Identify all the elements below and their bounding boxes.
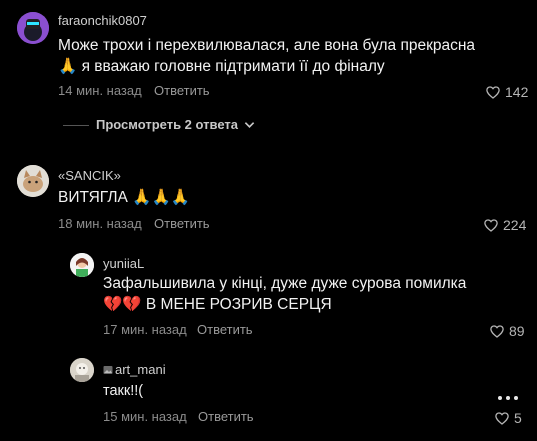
heart-outline-icon	[484, 218, 498, 232]
like-button[interactable]: 5	[495, 410, 522, 426]
reply-timestamp: 17 мин. назад	[103, 322, 187, 337]
avatar-image	[70, 253, 94, 277]
reply-button[interactable]: Ответить	[198, 409, 254, 424]
image-icon	[103, 365, 113, 374]
comment-text: Може трохи і перехвилювалася, але вона б…	[58, 37, 476, 54]
avatar-image	[70, 358, 94, 382]
reply-text: такк!!(	[103, 383, 144, 399]
reply-text: 💔💔 В МЕНЕ РОЗРИВ СЕРЦЯ	[103, 296, 332, 313]
like-count: 89	[509, 323, 525, 339]
avatar-image	[17, 165, 49, 197]
view-replies-button[interactable]: Просмотреть 2 ответа	[96, 117, 255, 132]
like-count: 5	[514, 410, 522, 426]
reply-username[interactable]: yuniiaL	[103, 256, 144, 271]
comment-text: ВИТЯГЛА 🙏🙏🙏	[58, 189, 191, 206]
divider-line	[63, 125, 89, 126]
reply-username[interactable]: art_mani	[103, 362, 166, 377]
more-options-button[interactable]	[498, 396, 518, 400]
reply-button[interactable]: Ответить	[154, 216, 210, 231]
comment-username[interactable]: faraonchik0807	[58, 13, 147, 28]
heart-outline-icon	[490, 324, 504, 338]
heart-outline-icon	[495, 411, 509, 425]
more-dots-icon	[514, 396, 518, 400]
avatar[interactable]	[17, 165, 49, 197]
avatar-image	[17, 12, 49, 44]
comment-timestamp: 18 мин. назад	[58, 216, 142, 231]
heart-outline-icon	[486, 85, 500, 99]
chevron-down-icon	[244, 121, 255, 128]
more-dots-icon	[498, 396, 502, 400]
reply-timestamp: 15 мин. назад	[103, 409, 187, 424]
reply-text: Зафальшивила у кінці, дуже дуже сурова п…	[103, 275, 467, 292]
reply-button[interactable]: Ответить	[197, 322, 253, 337]
like-button[interactable]: 142	[486, 84, 528, 100]
more-dots-icon	[506, 396, 510, 400]
comment-text: 🙏 я вважаю головне підтримати її до фіна…	[58, 58, 385, 75]
view-replies-label: Просмотреть 2 ответа	[96, 117, 238, 132]
avatar[interactable]	[70, 358, 94, 382]
like-button[interactable]: 224	[484, 217, 526, 233]
reply-username-label: art_mani	[115, 362, 166, 377]
avatar[interactable]	[17, 12, 49, 44]
like-count: 142	[505, 84, 529, 100]
comment-username[interactable]: «SANCIK»	[58, 168, 121, 183]
like-button[interactable]: 89	[490, 323, 525, 339]
like-count: 224	[503, 217, 527, 233]
reply-button[interactable]: Ответить	[154, 83, 210, 98]
avatar[interactable]	[70, 253, 94, 277]
comment-timestamp: 14 мин. назад	[58, 83, 142, 98]
